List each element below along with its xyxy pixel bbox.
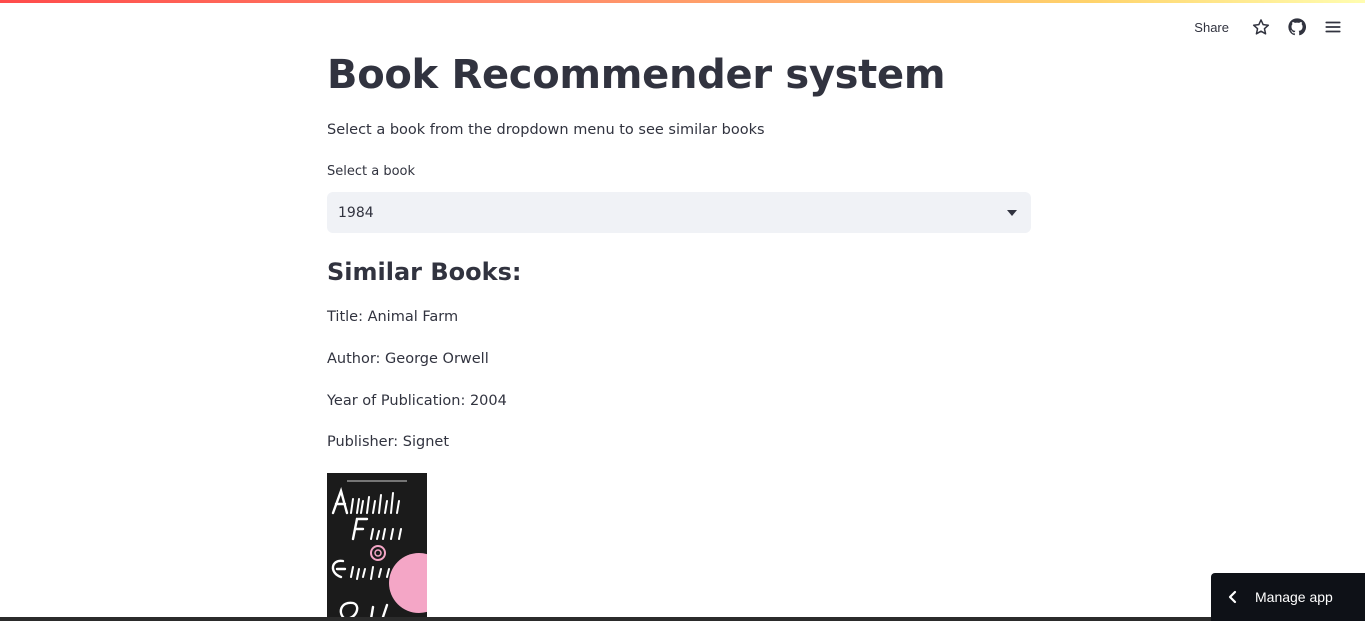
github-icon[interactable] <box>1279 14 1315 40</box>
select-book-label: Select a book <box>327 164 416 179</box>
share-button[interactable]: Share <box>1186 16 1237 39</box>
book-select-dropdown[interactable]: 1984 <box>327 192 1031 233</box>
hamburger-menu-icon[interactable] <box>1315 14 1351 40</box>
book-title-line: Title: Animal Farm <box>327 309 459 325</box>
page-subtitle: Select a book from the dropdown menu to … <box>327 122 765 138</box>
star-icon[interactable] <box>1243 14 1279 40</box>
chevron-left-icon <box>1211 590 1255 604</box>
selected-book-value: 1984 <box>338 204 374 221</box>
book-publisher-line: Publisher: Signet <box>327 434 450 450</box>
book-cover-image <box>327 473 427 621</box>
manage-app-button[interactable]: Manage app <box>1211 573 1365 621</box>
caret-down-icon <box>1007 210 1017 216</box>
similar-books-heading: Similar Books: <box>327 258 522 286</box>
page-title: Book Recommender system <box>327 52 946 98</box>
manage-app-label: Manage app <box>1255 589 1333 605</box>
book-author-line: Author: George Orwell <box>327 351 489 367</box>
top-decoration-bar <box>0 0 1365 3</box>
app-toolbar: Share <box>1186 14 1351 40</box>
bottom-border <box>0 617 1365 621</box>
book-year-line: Year of Publication: 2004 <box>327 393 507 409</box>
